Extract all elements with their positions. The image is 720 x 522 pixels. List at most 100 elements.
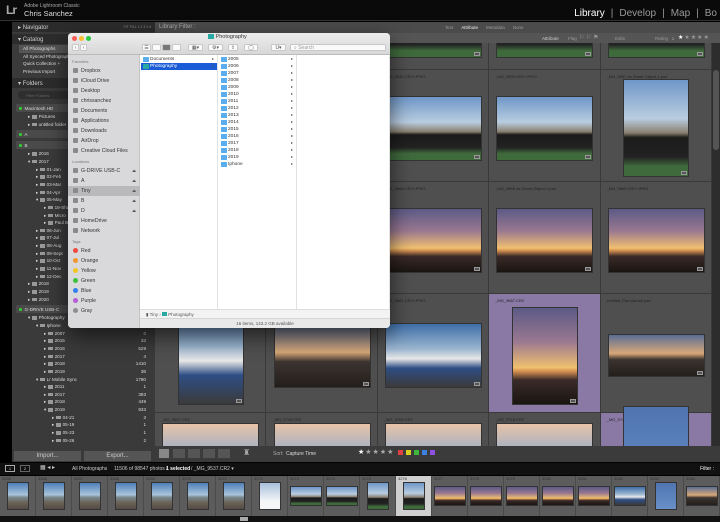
filmstrip-thumbnail[interactable]: 3284	[684, 476, 720, 516]
photo-thumbnail[interactable]	[384, 323, 482, 388]
eject-icon[interactable]: ⏏	[132, 178, 136, 183]
filmstrip-thumbnail[interactable]: 3272	[252, 476, 288, 516]
grid-cell[interactable]	[600, 43, 712, 70]
close-button[interactable]	[72, 36, 77, 41]
source-label[interactable]: All Photographs	[72, 466, 107, 472]
photo-thumbnail[interactable]	[273, 323, 371, 388]
sidebar-location[interactable]: B ⏏	[68, 196, 140, 206]
filmstrip-thumbnail[interactable]: 3266	[36, 476, 72, 516]
filmstrip-thumbnail[interactable]: 3270	[180, 476, 216, 516]
sidebar-tag[interactable]: Purple	[68, 296, 140, 306]
sidebar-location[interactable]: Network	[68, 226, 140, 236]
color-label-button[interactable]	[406, 450, 411, 455]
filmstrip-scrollbar[interactable]	[0, 516, 720, 522]
folder-item[interactable]: ▸ 2015 33	[14, 338, 154, 346]
gallery-view-button[interactable]	[172, 44, 181, 51]
sidebar-item[interactable]: Downloads	[68, 126, 140, 136]
filter-tab-text[interactable]: Text	[445, 25, 453, 30]
photo-thumbnail[interactable]	[496, 43, 594, 58]
finder-folder-item[interactable]: 2018 ▸	[219, 147, 296, 154]
folder-item[interactable]: ▸ 2018 449	[14, 399, 154, 407]
sidebar-tag[interactable]: Green	[68, 276, 140, 286]
filmstrip-thumbnail[interactable]: 3277	[432, 476, 468, 516]
grid-cell[interactable]: Untitled_Panorama2.psd	[600, 294, 712, 413]
filmstrip-thumbnail[interactable]: 3267	[72, 476, 108, 516]
grid-icon[interactable]: ▦ ◂ ▸	[40, 464, 55, 471]
folder-item[interactable]: ▸ 2011 1	[14, 384, 154, 392]
sidebar-tag[interactable]: Blue	[68, 286, 140, 296]
filmstrip-thumbnail[interactable]: 3279	[504, 476, 540, 516]
module-bo[interactable]: Bo	[705, 8, 717, 19]
flag-icons[interactable]: ⚐ ⚐ ⚑	[579, 34, 598, 41]
selected-file[interactable]: / _MG_9537.CR2 ▾	[191, 466, 234, 472]
module-library[interactable]: Library	[574, 8, 605, 19]
filmstrip-thumbnail[interactable]: 3280	[540, 476, 576, 516]
module-develop[interactable]: Develop	[619, 8, 656, 19]
sidebar-item[interactable]: iCloud Drive	[68, 76, 140, 86]
photo-thumbnail[interactable]	[384, 207, 482, 273]
sort-value[interactable]: Capture Time	[286, 451, 316, 457]
back-button[interactable]: ‹	[72, 44, 79, 51]
grid-cell[interactable]: _MG_9706.CR2	[377, 413, 490, 446]
dropbox-button[interactable]: U▾	[271, 44, 286, 51]
path-tiny[interactable]: Tiny	[150, 312, 158, 317]
folder-item[interactable]: ▸ 05-26 2	[14, 438, 154, 446]
grid-cell[interactable]: _MG_9669 as Smart Object-1.psd	[489, 182, 601, 294]
grid-cell[interactable]: _MG_9537 as Smart Object-1.psd	[600, 70, 712, 182]
folder-item[interactable]: ▸ 2017 393	[14, 392, 154, 400]
grid-cell[interactable]: _MG_9687.CR2	[489, 294, 601, 413]
import-button[interactable]: Import...	[14, 451, 81, 461]
grid-cell[interactable]: _MG_9669.CR2+JPEG	[600, 182, 712, 294]
survey-view-button[interactable]	[203, 449, 215, 458]
sidebar-location[interactable]: D ⏏	[68, 206, 140, 216]
eject-icon[interactable]: ⏏	[132, 168, 136, 173]
folder-item[interactable]: ▸ 2016 529	[14, 346, 154, 354]
icon-view-button[interactable]: ☰	[142, 44, 151, 51]
sidebar-location[interactable]: HomeDrive	[68, 216, 140, 226]
filter-tab-attribute[interactable]: Attribute	[461, 25, 478, 30]
filter-tab-none[interactable]: None	[513, 25, 524, 30]
sidebar-item[interactable]: AirDrop	[68, 136, 140, 146]
grid-cell[interactable]: _MG_9718.CR2	[489, 413, 601, 446]
rating-stars[interactable]: ★★★★★	[678, 34, 710, 41]
finder-folder-item[interactable]: Documents ▸	[141, 56, 217, 63]
finder-folder-item[interactable]: 2012 ▸	[219, 105, 296, 112]
finder-folder-item[interactable]: Iphone ▸	[219, 161, 296, 168]
grid-cell[interactable]: _MG_9681.CR2+JPEG	[377, 294, 490, 413]
finder-search-input[interactable]: ⌕ Search	[290, 44, 386, 51]
forward-button[interactable]: ›	[80, 44, 87, 51]
sidebar-location[interactable]: Tiny ⏏	[68, 186, 140, 196]
finder-folder-item[interactable]: 2010 ▸	[219, 91, 296, 98]
filmstrip-thumbnail[interactable]: 3282	[612, 476, 648, 516]
grid-cell[interactable]: _MG_9741.CR2	[600, 406, 712, 446]
color-label-button[interactable]	[430, 450, 435, 455]
folder-item[interactable]: ▸ 2017 4	[14, 354, 154, 362]
photo-thumbnail[interactable]	[607, 207, 705, 273]
finder-folder-item[interactable]: Photography ▸	[141, 63, 217, 70]
rating-operator[interactable]: ≥	[672, 36, 674, 41]
window-1-button[interactable]: 1	[5, 465, 15, 472]
compare-view-button[interactable]	[188, 449, 200, 458]
column-view-button[interactable]	[162, 44, 171, 51]
grid-cell[interactable]	[377, 43, 490, 70]
color-label-button[interactable]	[398, 450, 403, 455]
photo-thumbnail[interactable]	[496, 207, 594, 273]
zoom-button[interactable]	[86, 36, 91, 41]
grid-cell[interactable]	[489, 43, 601, 70]
photo-thumbnail[interactable]	[384, 43, 482, 58]
grid-view-button[interactable]	[159, 449, 169, 458]
group-button[interactable]: ▦▾	[188, 44, 203, 51]
filmstrip-thumbnail[interactable]: 3276	[396, 476, 432, 516]
window-2-button[interactable]: 2	[20, 465, 30, 472]
finder-folder-item[interactable]: 2017 ▸	[219, 140, 296, 147]
eject-icon[interactable]: ⏏	[132, 198, 136, 203]
module-map[interactable]: Map	[671, 8, 690, 19]
photo-thumbnail[interactable]	[273, 422, 371, 446]
list-view-button[interactable]	[152, 44, 161, 51]
photo-thumbnail[interactable]	[384, 422, 482, 446]
photo-thumbnail[interactable]	[623, 79, 690, 177]
sidebar-tag[interactable]: Red	[68, 246, 140, 256]
filmstrip-thumbnail[interactable]: 3278	[468, 476, 504, 516]
spray-can-icon[interactable]: ♜	[243, 448, 250, 457]
photo-thumbnail[interactable]	[496, 422, 594, 446]
